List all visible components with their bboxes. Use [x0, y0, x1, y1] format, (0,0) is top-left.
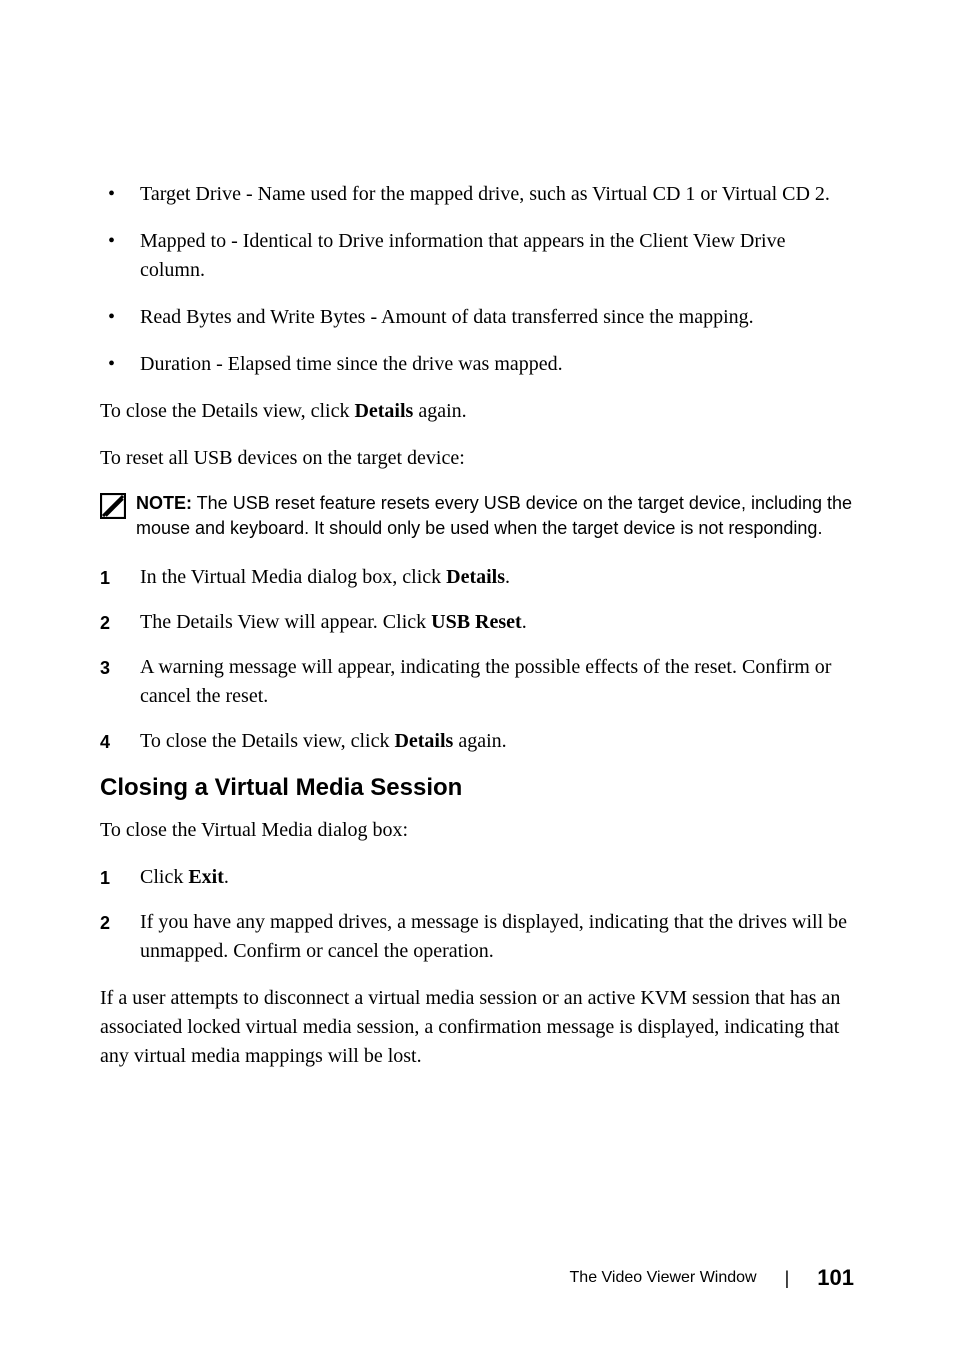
- step-item: 4 To close the Details view, click Detai…: [100, 727, 854, 756]
- note-icon: [100, 491, 136, 541]
- text-pre: In the Virtual Media dialog box, click: [140, 566, 446, 588]
- text-pre: To close the Details view, click: [140, 730, 394, 752]
- step-text: Click Exit.: [140, 863, 854, 892]
- bullet-text: Read Bytes and Write Bytes - Amount of d…: [140, 303, 854, 332]
- bullet-list: • Target Drive - Name used for the mappe…: [100, 180, 854, 379]
- note-label: NOTE:: [136, 493, 192, 513]
- step-number: 1: [100, 563, 140, 592]
- text-pre: If you have any mapped drives, a message…: [140, 911, 847, 962]
- numbered-list-2: 1 Click Exit. 2 If you have any mapped d…: [100, 863, 854, 966]
- step-number: 2: [100, 908, 140, 966]
- close-intro: To close the Virtual Media dialog box:: [100, 816, 854, 845]
- footer-separator: |: [785, 1268, 790, 1289]
- text-bold: USB Reset: [431, 611, 522, 633]
- step-item: 3 A warning message will appear, indicat…: [100, 653, 854, 711]
- bullet-item: • Duration - Elapsed time since the driv…: [100, 350, 854, 379]
- bullet-text: Target Drive - Name used for the mapped …: [140, 180, 854, 209]
- note-body: The USB reset feature resets every USB d…: [136, 493, 852, 538]
- text-post: .: [224, 866, 229, 888]
- text-pre: Click: [140, 866, 188, 888]
- step-item: 1 Click Exit.: [100, 863, 854, 892]
- text-bold: Details: [394, 730, 453, 752]
- text-pre: The Details View will appear. Click: [140, 611, 431, 633]
- closing-session-heading: Closing a Virtual Media Session: [100, 774, 854, 802]
- note-text: NOTE: The USB reset feature resets every…: [136, 491, 854, 541]
- text-post: .: [505, 566, 510, 588]
- step-text: The Details View will appear. Click USB …: [140, 608, 854, 637]
- footer-title: The Video Viewer Window: [570, 1269, 757, 1287]
- step-number: 4: [100, 727, 140, 756]
- note-block: NOTE: The USB reset feature resets every…: [100, 491, 854, 541]
- text-post: again.: [453, 730, 506, 752]
- text-bold: Exit: [188, 866, 224, 888]
- step-item: 2 The Details View will appear. Click US…: [100, 608, 854, 637]
- numbered-list-1: 1 In the Virtual Media dialog box, click…: [100, 563, 854, 756]
- close-details-paragraph: To close the Details view, click Details…: [100, 397, 854, 426]
- bullet-item: • Read Bytes and Write Bytes - Amount of…: [100, 303, 854, 332]
- page-number: 101: [817, 1265, 854, 1291]
- step-number: 1: [100, 863, 140, 892]
- step-number: 2: [100, 608, 140, 637]
- step-item: 2 If you have any mapped drives, a messa…: [100, 908, 854, 966]
- page-footer: The Video Viewer Window | 101: [570, 1265, 854, 1291]
- final-paragraph: If a user attempts to disconnect a virtu…: [100, 984, 854, 1071]
- reset-intro: To reset all USB devices on the target d…: [100, 444, 854, 473]
- step-number: 3: [100, 653, 140, 711]
- step-text: If you have any mapped drives, a message…: [140, 908, 854, 966]
- bullet-text: Mapped to - Identical to Drive informati…: [140, 227, 854, 285]
- text-bold: Details: [446, 566, 505, 588]
- step-text: To close the Details view, click Details…: [140, 727, 854, 756]
- step-item: 1 In the Virtual Media dialog box, click…: [100, 563, 854, 592]
- text-post: again.: [413, 400, 466, 422]
- step-text: A warning message will appear, indicatin…: [140, 653, 854, 711]
- text-bold: Details: [354, 400, 413, 422]
- step-text: In the Virtual Media dialog box, click D…: [140, 563, 854, 592]
- bullet-mark: •: [100, 350, 140, 379]
- text-post: .: [522, 611, 527, 633]
- text-pre: A warning message will appear, indicatin…: [140, 656, 831, 707]
- bullet-mark: •: [100, 180, 140, 209]
- bullet-item: • Mapped to - Identical to Drive informa…: [100, 227, 854, 285]
- bullet-mark: •: [100, 303, 140, 332]
- bullet-mark: •: [100, 227, 140, 285]
- text-pre: To close the Details view, click: [100, 400, 354, 422]
- bullet-text: Duration - Elapsed time since the drive …: [140, 350, 854, 379]
- bullet-item: • Target Drive - Name used for the mappe…: [100, 180, 854, 209]
